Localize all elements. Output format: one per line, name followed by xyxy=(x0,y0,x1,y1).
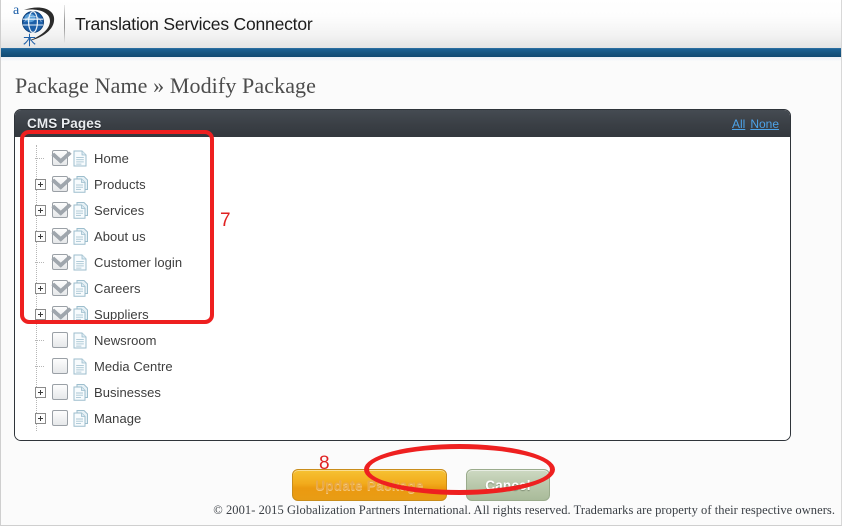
tree-item-label: Careers xyxy=(94,280,141,296)
update-package-button[interactable]: Update Package xyxy=(292,469,447,501)
checkbox-checked[interactable] xyxy=(52,150,68,166)
tree-leaf-connector xyxy=(35,158,44,159)
tree-item-label: Suppliers xyxy=(94,306,149,322)
checkbox-checked[interactable] xyxy=(52,228,68,244)
page-icon xyxy=(73,332,88,349)
brand-blue-bar xyxy=(1,48,841,57)
tree-item[interactable]: Manage xyxy=(21,405,790,431)
page-icon xyxy=(73,254,88,271)
page-icon xyxy=(73,150,88,167)
expand-plus-icon[interactable] xyxy=(35,230,46,242)
tree-item[interactable]: Newsroom xyxy=(21,327,790,353)
page-title: Package Name » Modify Package xyxy=(15,73,317,98)
tree-item-label: Home xyxy=(94,150,129,166)
expand-plus-icon[interactable] xyxy=(35,386,46,398)
form-actions: Update Package Cancel xyxy=(1,464,841,506)
app-title: Translation Services Connector xyxy=(75,13,313,34)
multi-page-icon xyxy=(73,201,88,219)
tree-item[interactable]: Businesses xyxy=(21,379,790,405)
tree-item-label: Services xyxy=(94,202,145,218)
checkbox-checked[interactable] xyxy=(52,254,68,270)
checkbox-checked[interactable] xyxy=(52,202,68,218)
tree-item-label: Businesses xyxy=(94,384,161,400)
multi-page-icon xyxy=(73,409,88,427)
checkbox-checked[interactable] xyxy=(52,176,68,192)
expand-plus-icon[interactable] xyxy=(35,204,46,216)
svg-text:木: 木 xyxy=(23,34,36,47)
checkbox-checked[interactable] xyxy=(52,306,68,322)
tree-item[interactable]: Media Centre xyxy=(21,353,790,379)
checkbox-unchecked[interactable] xyxy=(52,358,68,374)
expand-plus-icon[interactable] xyxy=(35,412,46,424)
tree-item[interactable]: Suppliers xyxy=(21,301,790,327)
select-all-link[interactable]: All xyxy=(732,117,745,131)
tree-item[interactable]: Careers xyxy=(21,275,790,301)
panel-header: CMS Pages All None xyxy=(15,110,790,137)
tree-leaf-connector xyxy=(35,366,44,367)
tree-item-label: Manage xyxy=(94,410,142,426)
checkbox-unchecked[interactable] xyxy=(52,332,68,348)
select-none-link[interactable]: None xyxy=(750,117,779,131)
page-icon xyxy=(73,358,88,375)
expand-plus-icon[interactable] xyxy=(35,178,46,190)
gpi-logo-icon: a 木 xyxy=(10,1,62,47)
tree-leaf-connector xyxy=(35,340,44,341)
checkbox-checked[interactable] xyxy=(52,280,68,296)
tree-item-label: About us xyxy=(94,228,146,244)
panel-title: CMS Pages xyxy=(27,116,102,131)
multi-page-icon xyxy=(73,227,88,245)
tree-item[interactable]: Customer login xyxy=(21,249,790,275)
tree-item-label: Products xyxy=(94,176,146,192)
multi-page-icon xyxy=(73,305,88,323)
panel-body: Home Products Services About us Customer log… xyxy=(15,137,790,440)
cms-pages-tree: Home Products Services About us Customer log… xyxy=(15,145,790,431)
tree-leaf-connector xyxy=(35,262,44,263)
checkbox-unchecked[interactable] xyxy=(52,410,68,426)
panel-header-links: All None xyxy=(732,117,779,131)
cms-pages-panel: CMS Pages All None Home Products Services A… xyxy=(14,109,791,441)
tree-item-label: Customer login xyxy=(94,254,183,270)
checkbox-unchecked[interactable] xyxy=(52,384,68,400)
tree-item[interactable]: Services xyxy=(21,197,790,223)
multi-page-icon xyxy=(73,383,88,401)
app-window: a 木 Translation Services Connector Packa… xyxy=(0,0,842,526)
breadcrumb: Package Name » Modify Package xyxy=(1,61,841,109)
multi-page-icon xyxy=(73,175,88,193)
tree-item[interactable]: Products xyxy=(21,171,790,197)
tree-item[interactable]: Home xyxy=(21,145,790,171)
tree-item-label: Media Centre xyxy=(94,358,173,374)
cancel-button[interactable]: Cancel xyxy=(466,469,550,501)
tree-item-label: Newsroom xyxy=(94,332,157,348)
multi-page-icon xyxy=(73,279,88,297)
header-divider xyxy=(64,5,65,43)
tree-item[interactable]: About us xyxy=(21,223,790,249)
footer-copyright: © 2001- 2015 Globalization Partners Inte… xyxy=(213,503,835,517)
svg-text:a: a xyxy=(13,3,20,18)
expand-plus-icon[interactable] xyxy=(35,308,46,320)
expand-plus-icon[interactable] xyxy=(35,282,46,294)
app-header: a 木 Translation Services Connector xyxy=(1,0,841,48)
